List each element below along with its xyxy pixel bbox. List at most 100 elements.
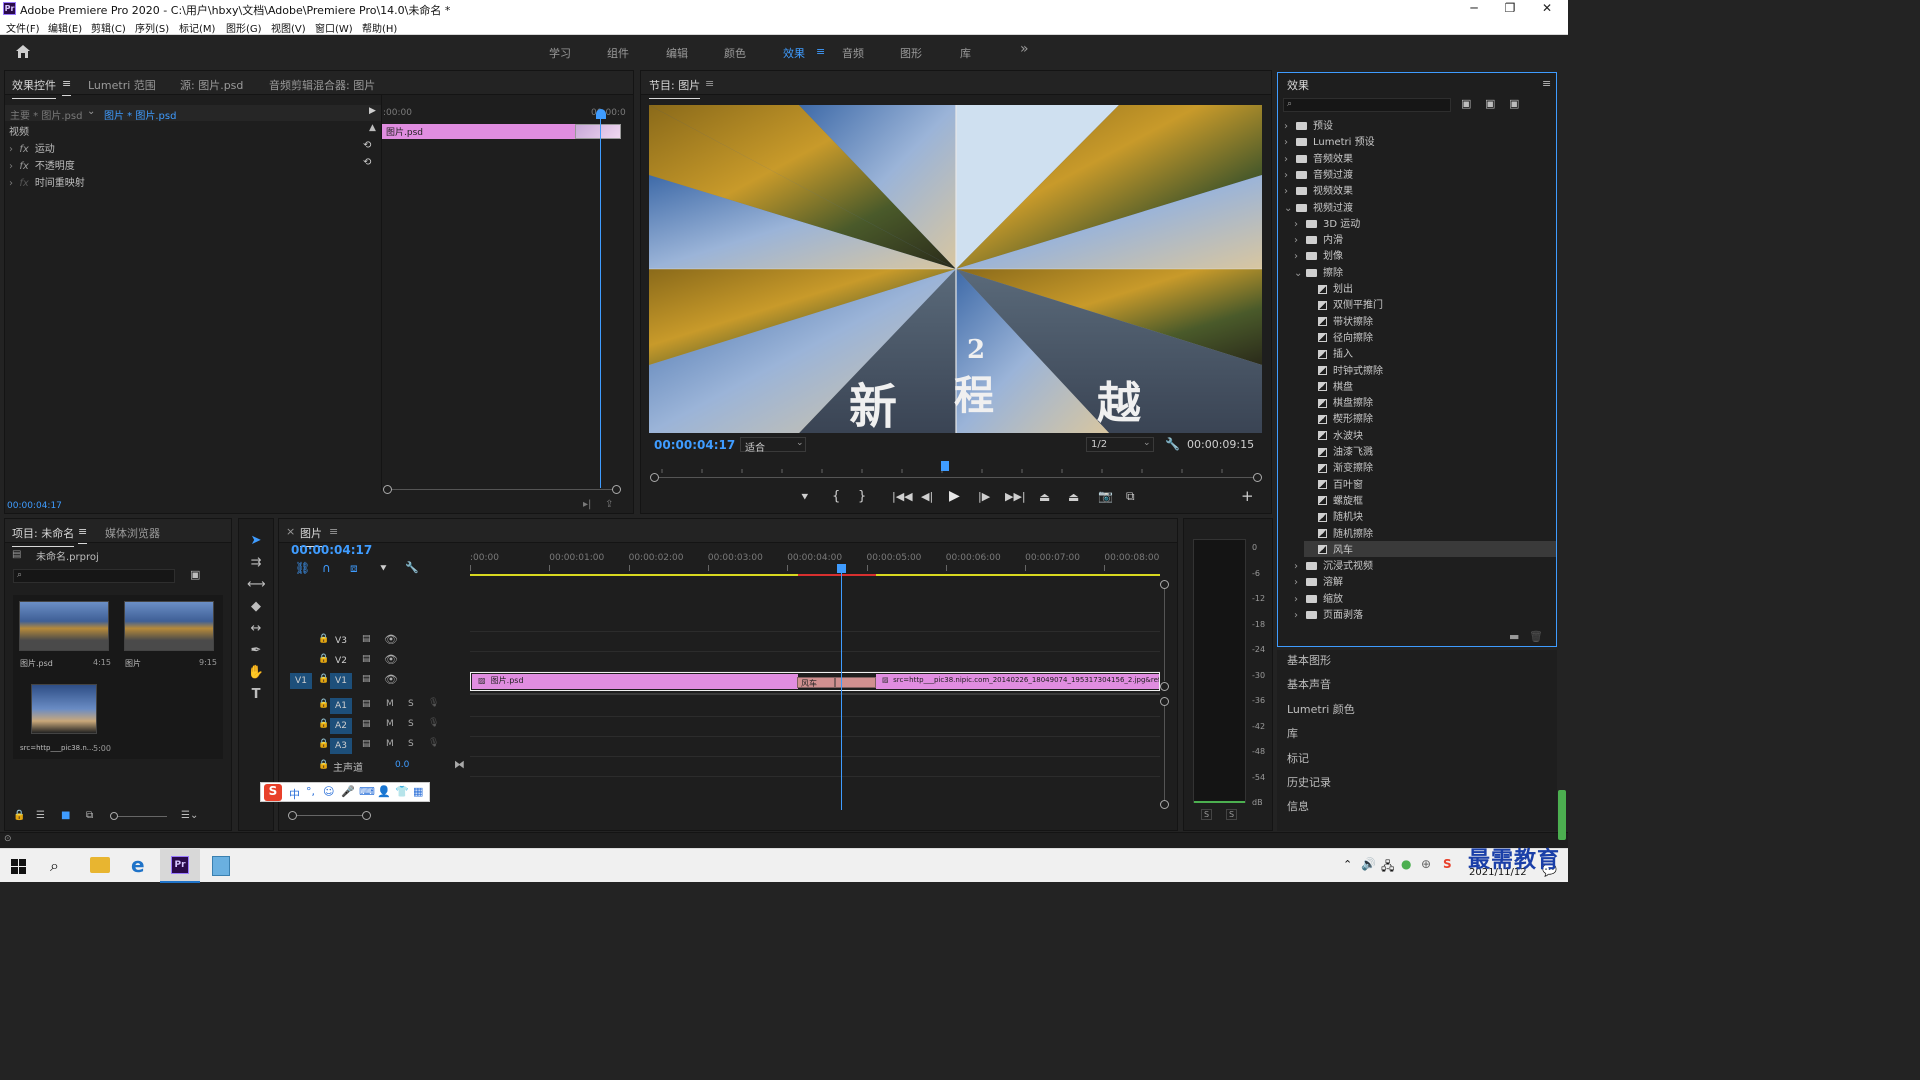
track-target[interactable]: A2 bbox=[330, 718, 352, 734]
program-zoom-bar[interactable] bbox=[656, 477, 1256, 478]
tab-effect-controls[interactable]: 效果控件 bbox=[12, 77, 56, 99]
trash-icon[interactable]: 🗑 bbox=[1529, 630, 1543, 643]
panel-markers[interactable]: 标记 bbox=[1287, 750, 1309, 766]
eye-icon[interactable]: 👁 bbox=[384, 653, 398, 666]
effects-item[interactable]: 百叶窗 bbox=[1304, 476, 1556, 492]
effects-search-input[interactable]: ⌕ bbox=[1283, 98, 1451, 112]
eye-icon[interactable]: 👁 bbox=[384, 633, 398, 646]
ec-zoom-bar[interactable] bbox=[387, 489, 619, 490]
lift-icon[interactable]: ⏏ bbox=[1039, 490, 1050, 504]
chevron-right-icon[interactable]: › bbox=[1294, 235, 1304, 246]
play-icon[interactable]: ▶ bbox=[949, 488, 960, 504]
menu-help[interactable]: 帮助(H) bbox=[362, 20, 397, 35]
workspace-tab-libraries[interactable]: 库 bbox=[960, 45, 971, 61]
effect-row-opacity[interactable]: › fx 不透明度 ⟲ bbox=[9, 157, 379, 173]
workspace-tab-learn[interactable]: 学习 bbox=[549, 45, 571, 61]
list-view-icon[interactable]: ☰ bbox=[36, 810, 45, 821]
ec-zoom-handle-left[interactable] bbox=[383, 485, 392, 494]
go-to-end-icon[interactable]: ⧓ bbox=[454, 758, 465, 771]
ime-user-icon[interactable]: 👤 bbox=[377, 785, 391, 798]
network-icon[interactable]: 🖧 bbox=[1381, 857, 1394, 878]
sync-lock-icon[interactable]: ▤ bbox=[362, 654, 371, 664]
timeline-zoom-left[interactable] bbox=[288, 811, 297, 820]
panel-essential-graphics[interactable]: 基本图形 bbox=[1287, 652, 1331, 668]
hand-tool-icon[interactable]: ✋ bbox=[247, 665, 265, 683]
razor-tool-icon[interactable]: ◆ bbox=[247, 599, 265, 617]
tab-lumetri-scopes[interactable]: Lumetri 范围 bbox=[88, 77, 156, 93]
accelerated-effects-icon[interactable]: ▣ bbox=[1461, 97, 1471, 110]
home-icon[interactable] bbox=[15, 44, 31, 59]
volume-icon[interactable]: 🔊 bbox=[1361, 857, 1376, 871]
ime-keyboard-icon[interactable]: ⌨ bbox=[359, 785, 375, 798]
master-track-header[interactable]: 🔒 主声道 0.0 ⧓ bbox=[290, 758, 470, 777]
panel-libraries[interactable]: 库 bbox=[1287, 725, 1298, 741]
effects-folder[interactable]: › 沉浸式视频 bbox=[1294, 557, 1556, 573]
project-search-input[interactable]: ⌕ bbox=[13, 569, 175, 583]
program-playhead[interactable] bbox=[941, 461, 949, 471]
sync-lock-icon[interactable]: ▤ bbox=[362, 634, 371, 644]
effects-folder[interactable]: › 划像 bbox=[1294, 247, 1556, 263]
step-forward-icon[interactable]: |▶ bbox=[978, 490, 990, 503]
panel-info[interactable]: 信息 bbox=[1287, 798, 1309, 814]
effects-folder[interactable]: ⌄ 擦除 bbox=[1294, 264, 1556, 280]
chevron-down-icon[interactable]: ⌄ bbox=[87, 106, 95, 117]
chevron-right-icon[interactable]: › bbox=[1284, 170, 1294, 181]
fit-dropdown[interactable]: 适合 ⌄ bbox=[740, 437, 806, 454]
panel-lumetri-color[interactable]: Lumetri 颜色 bbox=[1287, 701, 1355, 717]
effects-item[interactable]: 风车 bbox=[1304, 540, 1556, 557]
effects-item[interactable]: 棋盘 bbox=[1304, 378, 1556, 394]
camera-icon[interactable]: 📷 bbox=[1098, 489, 1113, 503]
sogou-tray-icon[interactable]: S bbox=[1443, 857, 1452, 871]
sort-icon[interactable]: ☰⌄ bbox=[181, 810, 198, 821]
reset-icon[interactable]: ⟲ bbox=[363, 157, 371, 168]
effect-row-time-remap[interactable]: › fx 时间重映射 bbox=[9, 174, 379, 190]
v1-clip-2[interactable]: ▨ src=http___pic38.nipic.com_20140226_18… bbox=[876, 674, 1159, 689]
sync-lock-icon[interactable]: ▤ bbox=[362, 699, 371, 709]
taskbar-premiere[interactable]: Pr bbox=[160, 849, 200, 883]
find-bin-icon[interactable]: ▣ bbox=[190, 568, 200, 581]
effects-folder[interactable]: › 视频效果 bbox=[1284, 182, 1556, 198]
tab-media-browser[interactable]: 媒体浏览器 bbox=[105, 525, 160, 541]
effects-folder[interactable]: › 内滑 bbox=[1294, 231, 1556, 247]
tab-sequence[interactable]: 图片 bbox=[300, 525, 322, 547]
chevron-right-icon[interactable]: › bbox=[1284, 137, 1294, 148]
v1-clip-1[interactable]: ▨ 图片.psd bbox=[472, 674, 798, 689]
mic-icon[interactable]: 🎙 bbox=[428, 698, 439, 708]
effects-item[interactable]: 时钟式擦除 bbox=[1304, 362, 1556, 378]
collapse-up-icon[interactable]: ▲ bbox=[369, 123, 376, 133]
track-target[interactable]: A1 bbox=[330, 698, 352, 714]
mark-out-icon[interactable]: } bbox=[858, 489, 866, 504]
effects-folder[interactable]: › 页面剥落 bbox=[1294, 606, 1556, 622]
go-to-in-icon[interactable]: |◀◀ bbox=[892, 490, 913, 503]
ec-transition-bar[interactable] bbox=[575, 124, 621, 139]
wrench-icon[interactable]: 🔧 bbox=[1165, 437, 1180, 451]
tab-project[interactable]: 项目: 未命名 bbox=[12, 525, 75, 547]
audio-track-header[interactable]: 🔒 A3 ▤ M S 🎙 bbox=[290, 738, 450, 756]
zoom-slider-handle[interactable] bbox=[110, 812, 118, 820]
mute-button[interactable]: M bbox=[386, 739, 394, 749]
source-patch-v1[interactable]: V1 bbox=[290, 673, 312, 689]
pen-tool-icon[interactable]: ✒ bbox=[247, 643, 265, 661]
video-track-header[interactable]: 🔒 V3 ▤ 👁 bbox=[290, 633, 400, 651]
32bit-effects-icon[interactable]: ▣ bbox=[1485, 97, 1495, 110]
lock-icon[interactable]: 🔒 bbox=[318, 674, 329, 684]
add-marker-icon[interactable]: ⯆ bbox=[379, 562, 388, 576]
clip-label[interactable]: 图片 * 图片.psd bbox=[104, 107, 176, 122]
compare-view-icon[interactable]: ⧉ bbox=[1126, 489, 1135, 504]
solo-button[interactable]: S bbox=[408, 719, 414, 729]
selection-tool-icon[interactable]: ➤ bbox=[247, 533, 265, 551]
linked-selection-icon[interactable]: ⧈ bbox=[350, 561, 358, 576]
sync-lock-icon[interactable]: ▤ bbox=[362, 674, 371, 684]
ec-playhead-handle[interactable] bbox=[596, 109, 606, 119]
track-target[interactable]: V2 bbox=[330, 653, 352, 669]
effects-item[interactable]: 插入 bbox=[1304, 345, 1556, 361]
tray-chevron-icon[interactable]: ⌃ bbox=[1343, 858, 1352, 871]
effects-folder[interactable]: › 音频过渡 bbox=[1284, 166, 1556, 182]
lock-icon[interactable]: 🔒 bbox=[318, 739, 329, 749]
program-time-ruler[interactable] bbox=[652, 463, 1260, 473]
panel-essential-sound[interactable]: 基本声音 bbox=[1287, 676, 1331, 692]
lock-icon[interactable]: 🔒 bbox=[318, 634, 329, 644]
reset-icon[interactable]: ⟲ bbox=[363, 140, 371, 151]
sync-lock-icon[interactable]: ▤ bbox=[362, 719, 371, 729]
ec-play-only-icon[interactable]: ▸| bbox=[583, 499, 591, 510]
